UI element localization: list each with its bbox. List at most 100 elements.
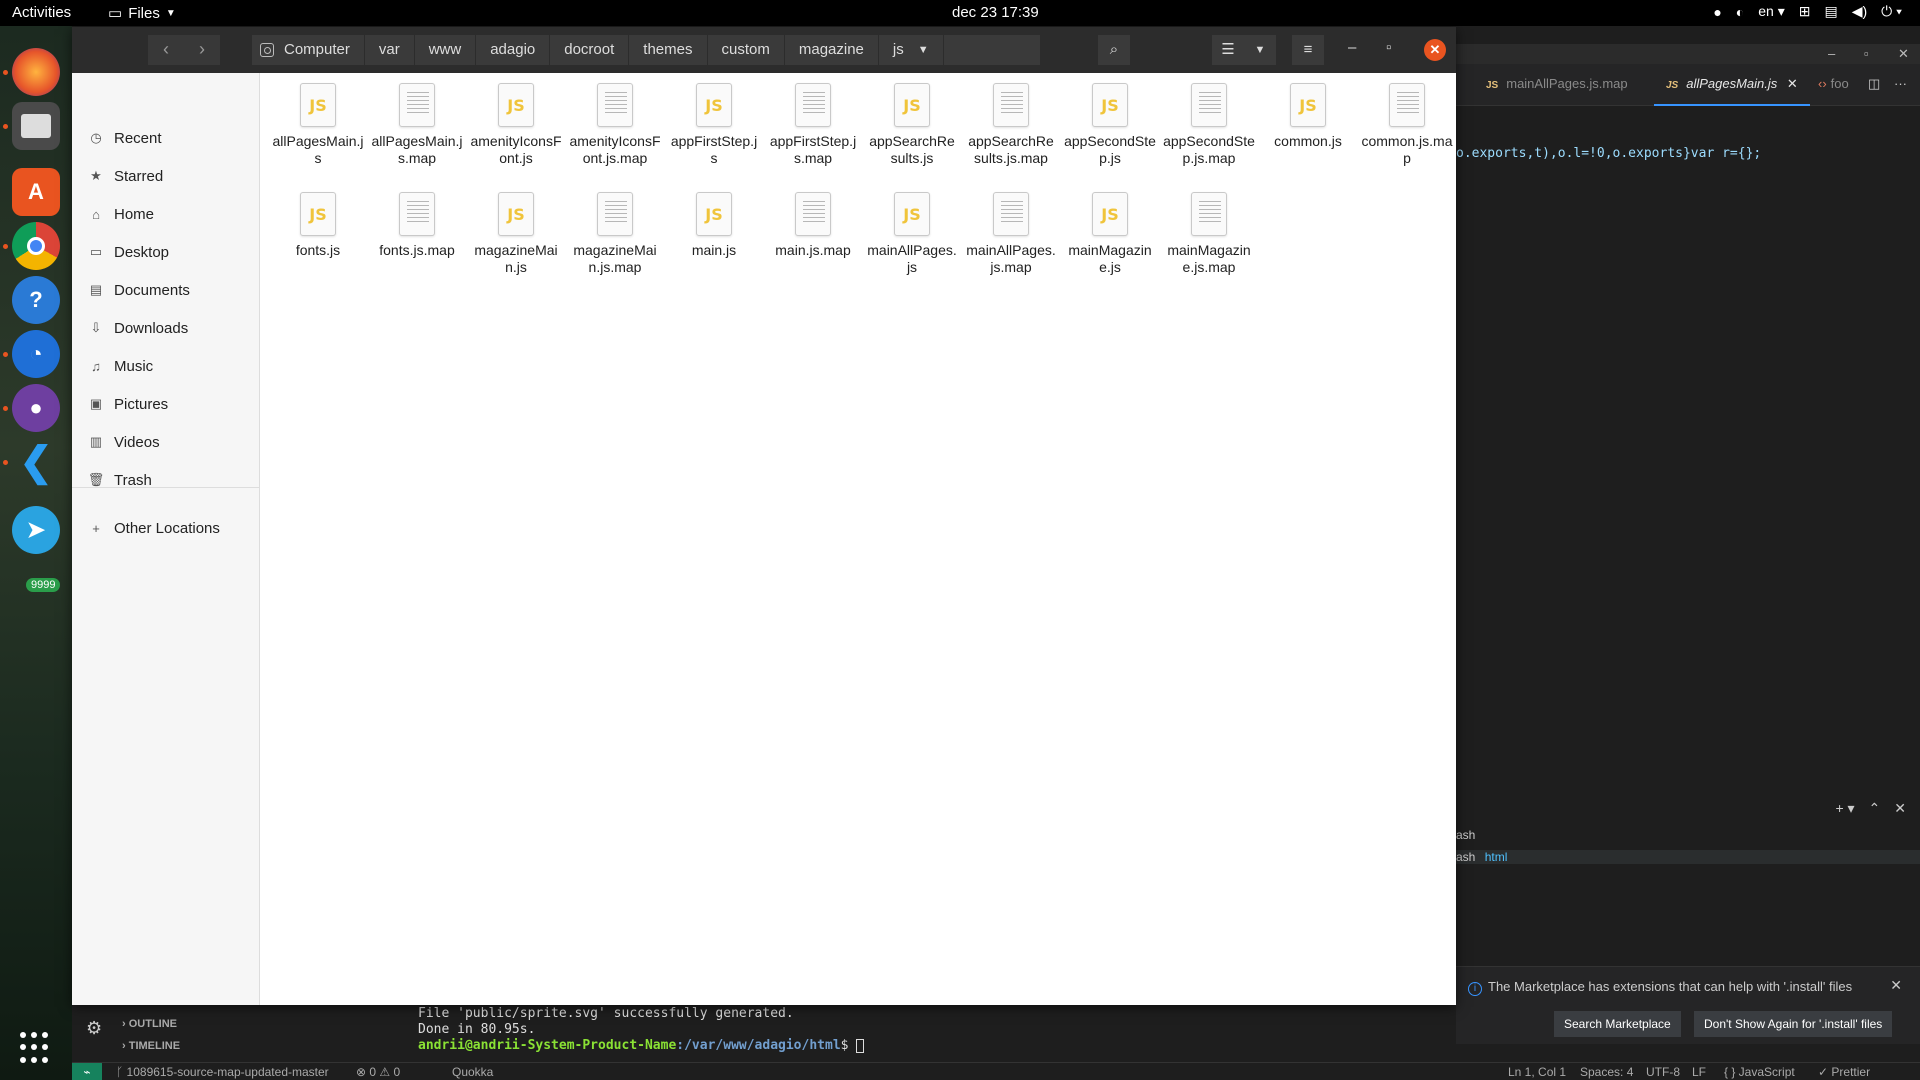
app-menu[interactable]: ▭ Files ▼ [108, 4, 176, 23]
sidebar-item-home[interactable]: ⌂ Home [72, 199, 260, 229]
file-item[interactable]: JS magazineMain.js [468, 192, 564, 276]
breadcrumb-var[interactable]: var [364, 35, 415, 65]
file-item[interactable]: main.js.map [765, 192, 861, 259]
indent-status[interactable]: Spaces: 4 [1580, 1065, 1633, 1079]
outline-section[interactable]: › OUTLINE [122, 1018, 177, 1030]
volume-icon[interactable]: ◀) [1852, 3, 1867, 20]
dont-show-again-button[interactable]: Don't Show Again for '.install' files [1694, 1011, 1893, 1037]
tab-allpagesmain[interactable]: JS allPagesMain.js ✕ [1654, 76, 1810, 106]
encoding-status[interactable]: UTF-8 [1646, 1065, 1680, 1079]
file-item[interactable]: JS appFirstStep.js [666, 83, 762, 167]
github-icon[interactable]: ● [12, 384, 60, 432]
vpn-icon[interactable]: ▤ [1824, 3, 1837, 20]
file-item[interactable]: JS fonts.js [270, 192, 366, 259]
sidebar-item-desktop[interactable]: ▭ Desktop [72, 237, 260, 267]
split-editor-icon[interactable]: ◫ [1868, 76, 1880, 92]
breadcrumb-magazine[interactable]: magazine [784, 35, 879, 65]
timeline-section[interactable]: › TIMELINE [122, 1040, 180, 1052]
gear-icon[interactable]: ⚙ [86, 1018, 110, 1042]
view-options-button[interactable]: ▼ [1244, 35, 1276, 65]
file-item[interactable]: allPagesMain.js.map [369, 83, 465, 167]
file-item[interactable]: amenityIconsFont.js.map [567, 83, 663, 167]
breadcrumb-js[interactable]: js ▼ [878, 35, 944, 65]
close-window-button[interactable]: ✕ [1424, 39, 1446, 61]
file-item[interactable]: common.js.map [1359, 83, 1455, 167]
clock[interactable]: dec 23 17:39 [952, 4, 1039, 21]
file-item[interactable]: JS allPagesMain.js [270, 83, 366, 167]
eol-status[interactable]: LF [1692, 1065, 1706, 1079]
show-apps-icon[interactable] [20, 1032, 52, 1064]
file-item[interactable]: JS appSecondStep.js [1062, 83, 1158, 167]
terminal-tab-1[interactable]: ash [1456, 828, 1475, 842]
close-icon[interactable]: ✕ [1898, 46, 1909, 62]
telegram-icon[interactable]: ➤ [12, 506, 60, 554]
tab-mainallpages-map[interactable]: JS mainAllPages.js.map [1486, 76, 1628, 91]
file-item[interactable]: JS main.js [666, 192, 762, 259]
sidebar-item-music[interactable]: ♫ Music [72, 351, 260, 381]
back-button[interactable]: ‹ [148, 35, 184, 65]
file-item[interactable]: JS mainAllPages.js [864, 192, 960, 276]
breadcrumb-custom[interactable]: custom [707, 35, 785, 65]
remote-icon[interactable]: ⌁ [72, 1063, 102, 1080]
language-status[interactable]: { } JavaScript [1724, 1065, 1795, 1079]
more-actions-icon[interactable]: ··· [1894, 76, 1907, 91]
sidebar-item-other-locations[interactable]: + Other Locations [72, 513, 260, 543]
file-item[interactable]: fonts.js.map [369, 192, 465, 259]
quokka-status[interactable]: Quokka [452, 1065, 493, 1079]
problems-status[interactable]: ⊗ 0 ⚠ 0 [356, 1065, 400, 1079]
close-panel-icon[interactable]: ✕ [1894, 800, 1906, 817]
close-icon[interactable]: ✕ [1787, 76, 1798, 91]
file-item[interactable]: JS amenityIconsFont.js [468, 83, 564, 167]
network-icon[interactable]: ⊞ [1799, 3, 1811, 20]
terminal-output[interactable]: File 'public/sprite.svg' successfully ge… [418, 1006, 865, 1054]
breadcrumb-computer[interactable]: Computer [252, 35, 365, 65]
night-light-icon[interactable]: ◐ [1736, 4, 1744, 20]
sidebar-item-pictures[interactable]: ▣ Pictures [72, 389, 260, 419]
minimize-icon[interactable]: – [1828, 46, 1835, 61]
file-item[interactable]: magazineMain.js.map [567, 192, 663, 276]
breadcrumb-www[interactable]: www [414, 35, 477, 65]
file-item[interactable]: appSecondStep.js.map [1161, 83, 1257, 167]
sidebar-item-videos[interactable]: ▥ Videos [72, 427, 260, 457]
firefox-icon[interactable] [12, 48, 60, 96]
branch-status[interactable]: ᚴ 1089615-source-map-updated-master [116, 1065, 329, 1079]
network-status-icon[interactable]: ● [1713, 4, 1721, 20]
close-notification-icon[interactable]: ✕ [1890, 977, 1902, 994]
maximize-icon[interactable]: ▫ [1386, 39, 1391, 56]
maximize-panel-icon[interactable]: ⌃ [1869, 800, 1881, 817]
sidebar-item-documents[interactable]: ▤ Documents [72, 275, 260, 305]
file-item[interactable]: JS appSearchResults.js [864, 83, 960, 167]
chrome-icon[interactable] [12, 222, 60, 270]
breadcrumb-docroot[interactable]: docroot [550, 35, 630, 65]
software-icon[interactable]: A [12, 168, 60, 216]
search-marketplace-button[interactable]: Search Marketplace [1554, 1011, 1681, 1037]
activities-button[interactable]: Activities [12, 4, 71, 21]
forward-button[interactable]: › [184, 35, 220, 65]
minimize-icon[interactable]: – [1348, 39, 1356, 56]
add-terminal-icon[interactable]: + ▾ [1835, 800, 1854, 817]
power-icon[interactable]: ⏻ ▾ [1881, 3, 1902, 20]
sidebar-item-starred[interactable]: ★ Starred [72, 161, 260, 191]
file-item[interactable]: JS common.js [1260, 83, 1356, 150]
file-item[interactable]: mainMagazine.js.map [1161, 192, 1257, 276]
tab-foo[interactable]: ‹› foo [1818, 76, 1849, 91]
file-item[interactable]: mainAllPages.js.map [963, 192, 1059, 276]
breadcrumb-themes[interactable]: themes [629, 35, 708, 65]
view-list-button[interactable]: ☰ [1212, 35, 1244, 65]
terminal-tab-2[interactable]: ash html [1456, 850, 1920, 864]
breadcrumb-adagio[interactable]: adagio [476, 35, 551, 65]
search-button[interactable]: ⌕ [1098, 35, 1130, 65]
files-icon[interactable] [12, 102, 60, 150]
language-indicator[interactable]: en ▾ [1758, 3, 1785, 20]
clock-app-icon[interactable]: ◔ [12, 330, 60, 378]
system-tray[interactable]: ● ◐ en ▾ ⊞ ▤ ◀) ⏻ ▾ [1713, 3, 1902, 20]
file-item[interactable]: JS mainMagazine.js [1062, 192, 1158, 276]
cursor-position[interactable]: Ln 1, Col 1 [1508, 1065, 1566, 1079]
code-line[interactable]: o.exports,t),o.l=!0,o.exports}var r={}; [1456, 146, 1761, 161]
sidebar-item-trash[interactable]: 🗑 Trash [72, 465, 260, 495]
file-item[interactable]: appSearchResults.js.map [963, 83, 1059, 167]
file-item[interactable]: appFirstStep.js.map [765, 83, 861, 167]
sidebar-item-recent[interactable]: ◷ Recent [72, 123, 260, 153]
maximize-icon[interactable]: ▫ [1864, 46, 1869, 61]
help-icon[interactable]: ? [12, 276, 60, 324]
